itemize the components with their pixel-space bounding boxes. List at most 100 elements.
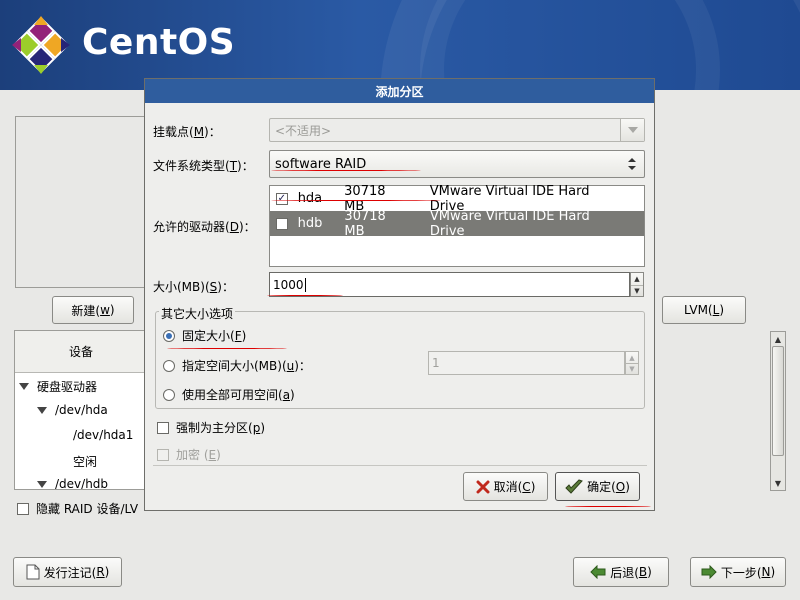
checkbox-icon[interactable] [157, 448, 169, 461]
label-suffix: )： [237, 159, 254, 173]
arrow-right-icon [701, 565, 717, 579]
mnemonic: O [615, 479, 626, 494]
size-input[interactable]: 1000 [269, 272, 630, 297]
tree-row-label: 空闲 [73, 455, 98, 469]
fill-all-radio[interactable]: 使用全部可用空间(a) [163, 386, 295, 403]
drive-row-hda[interactable]: ✓ hda 30718 MB VMware Virtual IDE Hard D… [270, 184, 644, 214]
max-size-radio[interactable]: 指定空间大小(MB)(u)： [163, 357, 311, 374]
button-label: 后退( [610, 565, 639, 580]
label-suffix: )： [238, 220, 256, 234]
tree-row-label: /dev/hda [55, 403, 108, 417]
expander-icon[interactable] [37, 406, 47, 414]
stepper-up-icon[interactable]: ▲ [626, 352, 638, 363]
scroll-down-icon[interactable]: ▼ [771, 477, 785, 489]
drive-model: VMware Virtual IDE Hard Drive [429, 208, 590, 239]
text-cursor [304, 277, 306, 292]
red-annotation-line [271, 200, 441, 201]
dialog-title[interactable]: 添加分区 [145, 79, 654, 103]
tree-row[interactable]: 空闲 [73, 453, 97, 470]
scroll-up-icon[interactable]: ▲ [771, 333, 785, 345]
input-value: 1000 [273, 277, 304, 292]
hide-raid-checkbox[interactable]: 隐藏 RAID 设备/LV [17, 500, 138, 517]
lvm-button[interactable]: LVM(L) [662, 296, 746, 324]
tree-row[interactable]: /dev/hda1 [73, 428, 133, 442]
checkbox-label: 强制为主分区( [176, 421, 253, 435]
label-suffix: )： [217, 280, 234, 294]
mnemonic: C [522, 479, 531, 494]
arrow-left-icon [590, 565, 606, 579]
tree-row-label: 硬盘驱动器 [37, 380, 98, 394]
chevron-down-icon[interactable] [620, 119, 644, 141]
checkbox-label: 隐藏 RAID 设备/LV [36, 502, 139, 516]
ok-button[interactable]: 确定(O) [555, 472, 640, 501]
max-size-input[interactable]: 1 [428, 351, 625, 375]
next-button[interactable]: 下一步(N) [690, 557, 786, 587]
add-partition-dialog: 添加分区 挂载点(M)： <不适用> 文件系统类型(T)： software R… [144, 78, 655, 511]
mnemonic: L [712, 303, 720, 317]
centos-logo-icon [12, 16, 70, 74]
drive-list[interactable]: ✓ hda 30718 MB VMware Virtual IDE Hard D… [269, 184, 645, 267]
radio-label-suffix: )： [294, 359, 311, 373]
scroll-thumb[interactable] [772, 346, 784, 456]
radio-icon[interactable] [163, 359, 175, 372]
partition-graph-panel [15, 116, 151, 288]
fs-type-combo[interactable]: software RAID [269, 150, 645, 178]
encrypt-checkbox[interactable]: 加密 (E) [157, 446, 221, 463]
new-partition-button[interactable]: 新建(w) [52, 296, 134, 324]
button-label: 新建( [71, 303, 101, 318]
stepper-up-icon[interactable]: ▲ [631, 273, 643, 285]
expander-icon[interactable] [37, 480, 47, 488]
cancel-button[interactable]: 取消(C) [463, 472, 548, 501]
button-label-suffix: ) [530, 479, 536, 494]
cancel-x-icon [476, 480, 490, 494]
radio-selected-icon[interactable] [163, 329, 175, 342]
updown-arrows-icon[interactable] [620, 151, 644, 177]
button-label: 确定( [587, 480, 616, 494]
label-text: 允许的驱动器( [153, 220, 230, 234]
mnemonic: D [229, 220, 239, 234]
release-notes-button[interactable]: 发行注记(R) [13, 557, 122, 587]
fs-type-label: 文件系统类型(T)： [153, 157, 254, 174]
button-label-suffix: ) [647, 565, 652, 579]
checkbox-checked-icon[interactable]: ✓ [276, 192, 288, 205]
checkbox-icon[interactable] [17, 502, 29, 515]
drive-row-hdb[interactable]: hdb 30718 MB VMware Virtual IDE Hard Dri… [270, 208, 644, 239]
banner-swirl [420, 0, 720, 90]
label-text: 文件系统类型( [153, 159, 230, 173]
tree-column-header[interactable]: 设备 [15, 331, 147, 373]
document-icon [26, 564, 40, 580]
stepper-down-icon[interactable]: ▼ [626, 363, 638, 374]
header-banner: CentOS [0, 0, 800, 90]
radio-label: 固定大小( [182, 329, 235, 343]
button-label: 发行注记( [43, 565, 97, 580]
mnemonic: R [96, 565, 105, 579]
tree-row[interactable]: /dev/hdb [37, 477, 108, 489]
max-size-stepper[interactable]: ▲ ▼ [625, 351, 639, 375]
expander-icon[interactable] [19, 383, 29, 390]
radio-icon[interactable] [163, 388, 175, 401]
force-primary-checkbox[interactable]: 强制为主分区(p) [157, 419, 265, 436]
stepper-down-icon[interactable]: ▼ [631, 284, 643, 297]
button-label-suffix: ) [104, 565, 110, 579]
tree-row[interactable]: /dev/hda [37, 403, 108, 417]
fixed-size-radio[interactable]: 固定大小(F) [163, 327, 246, 344]
mnemonic: N [761, 565, 771, 579]
size-stepper[interactable]: ▲ ▼ [630, 272, 644, 297]
device-tree[interactable]: 设备 硬盘驱动器 /dev/hda /dev/hda1 空闲 /dev/hdb [14, 330, 148, 490]
button-label-suffix: ) [770, 565, 776, 579]
button-label: LVM( [684, 303, 713, 317]
mnemonic: u [286, 358, 295, 373]
separator [153, 465, 647, 466]
red-annotation-line [167, 348, 287, 349]
checkbox-icon[interactable] [276, 217, 288, 230]
mount-point-combo[interactable]: <不适用> [269, 118, 645, 142]
drive-size: 30718 MB [344, 208, 386, 239]
mount-point-label: 挂载点(M)： [153, 123, 221, 140]
radio-label: 指定空间大小(MB)( [182, 359, 287, 373]
tree-row[interactable]: 硬盘驱动器 [19, 378, 97, 395]
button-label-suffix: ) [109, 303, 115, 317]
checkbox-icon[interactable] [157, 421, 169, 434]
back-button[interactable]: 后退(B) [573, 557, 669, 587]
combo-value: <不适用> [275, 123, 332, 138]
tree-scrollbar[interactable]: ▲ ▼ [770, 331, 786, 491]
